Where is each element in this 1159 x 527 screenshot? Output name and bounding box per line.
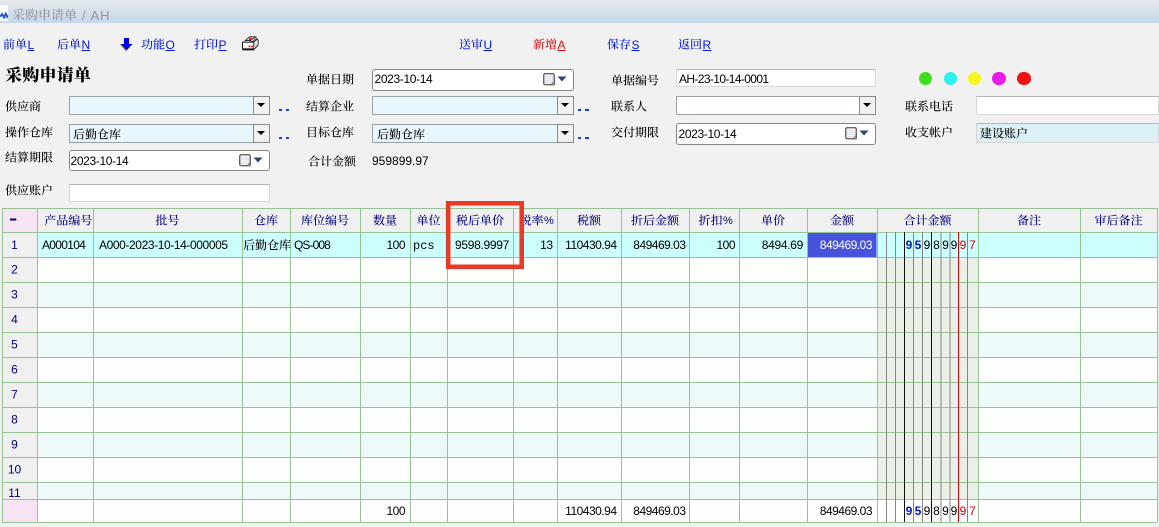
- svg-text:%: %: [723, 215, 733, 227]
- svg-text:9598.9997: 9598.9997: [455, 238, 510, 252]
- svg-text:9: 9: [906, 238, 913, 252]
- svg-text:100: 100: [386, 238, 405, 252]
- svg-text:A000-2023-10-14-000005: A000-2023-10-14-000005: [99, 238, 228, 252]
- svg-text:5: 5: [11, 338, 18, 352]
- svg-text:849469.03: 849469.03: [633, 238, 686, 252]
- svg-text:%: %: [544, 215, 554, 227]
- svg-text:9: 9: [942, 238, 949, 252]
- svg-text:7: 7: [969, 238, 976, 252]
- svg-text:8: 8: [933, 504, 940, 518]
- svg-text:9: 9: [11, 438, 18, 452]
- svg-text:7: 7: [11, 388, 18, 402]
- svg-text:9: 9: [924, 238, 931, 252]
- svg-text:3: 3: [11, 288, 18, 302]
- svg-text:1: 1: [11, 238, 18, 252]
- svg-text:110430.94: 110430.94: [565, 504, 617, 518]
- svg-text:6: 6: [11, 363, 18, 377]
- svg-text:849469.03: 849469.03: [820, 504, 873, 518]
- svg-text:8: 8: [11, 413, 18, 427]
- svg-text:8494.69: 8494.69: [762, 238, 804, 252]
- svg-text:9: 9: [951, 504, 958, 518]
- svg-text:7: 7: [969, 504, 976, 518]
- svg-text:9: 9: [960, 504, 967, 518]
- svg-text:8: 8: [933, 238, 940, 252]
- svg-text:849469.03: 849469.03: [633, 504, 686, 518]
- svg-text:9: 9: [960, 238, 967, 252]
- svg-text:5: 5: [915, 504, 922, 518]
- svg-text:pcs: pcs: [413, 239, 435, 253]
- svg-text:QS-008: QS-008: [294, 238, 331, 252]
- svg-text:100: 100: [386, 504, 405, 518]
- svg-text:11: 11: [8, 486, 21, 500]
- svg-text:5: 5: [915, 238, 922, 252]
- svg-text:9: 9: [942, 504, 949, 518]
- svg-text:A000104: A000104: [42, 238, 86, 252]
- svg-text:10: 10: [8, 463, 22, 477]
- svg-text:9: 9: [924, 504, 931, 518]
- svg-text:13: 13: [540, 238, 553, 252]
- svg-text:9: 9: [951, 238, 958, 252]
- svg-text:2: 2: [11, 263, 18, 277]
- svg-text:100: 100: [716, 238, 735, 252]
- svg-text:9: 9: [906, 504, 913, 518]
- svg-text:110430.94: 110430.94: [565, 238, 617, 252]
- svg-text:4: 4: [11, 313, 18, 327]
- svg-text:849469.03: 849469.03: [820, 238, 873, 252]
